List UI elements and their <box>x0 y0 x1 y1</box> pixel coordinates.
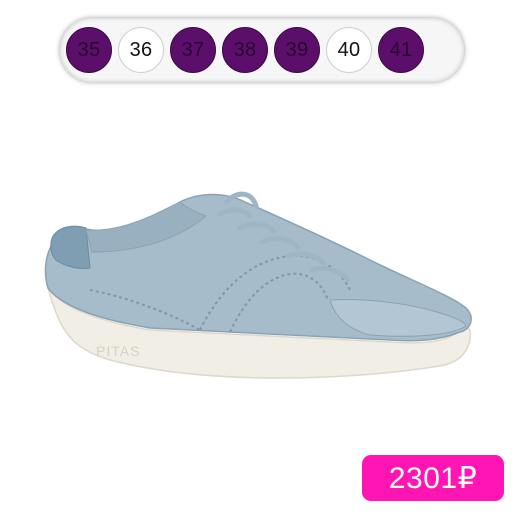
size-chip-40[interactable]: 40 <box>326 27 372 73</box>
size-chip-41[interactable]: 41 <box>378 27 424 73</box>
size-chip-39[interactable]: 39 <box>274 27 320 73</box>
sneaker-image: PITAS <box>44 191 472 379</box>
size-chip-37[interactable]: 37 <box>170 27 216 73</box>
size-chip-list: 35 36 37 38 39 40 41 <box>66 27 424 73</box>
size-chip-38[interactable]: 38 <box>222 27 268 73</box>
size-chip-35[interactable]: 35 <box>66 27 112 73</box>
size-selector: 35 36 37 38 39 40 41 <box>59 17 465 83</box>
brand-logo-text: PITAS <box>96 343 140 359</box>
product-image: PITAS <box>30 180 490 410</box>
size-chip-36[interactable]: 36 <box>118 27 164 73</box>
price-badge: 2301₽ <box>362 455 504 501</box>
